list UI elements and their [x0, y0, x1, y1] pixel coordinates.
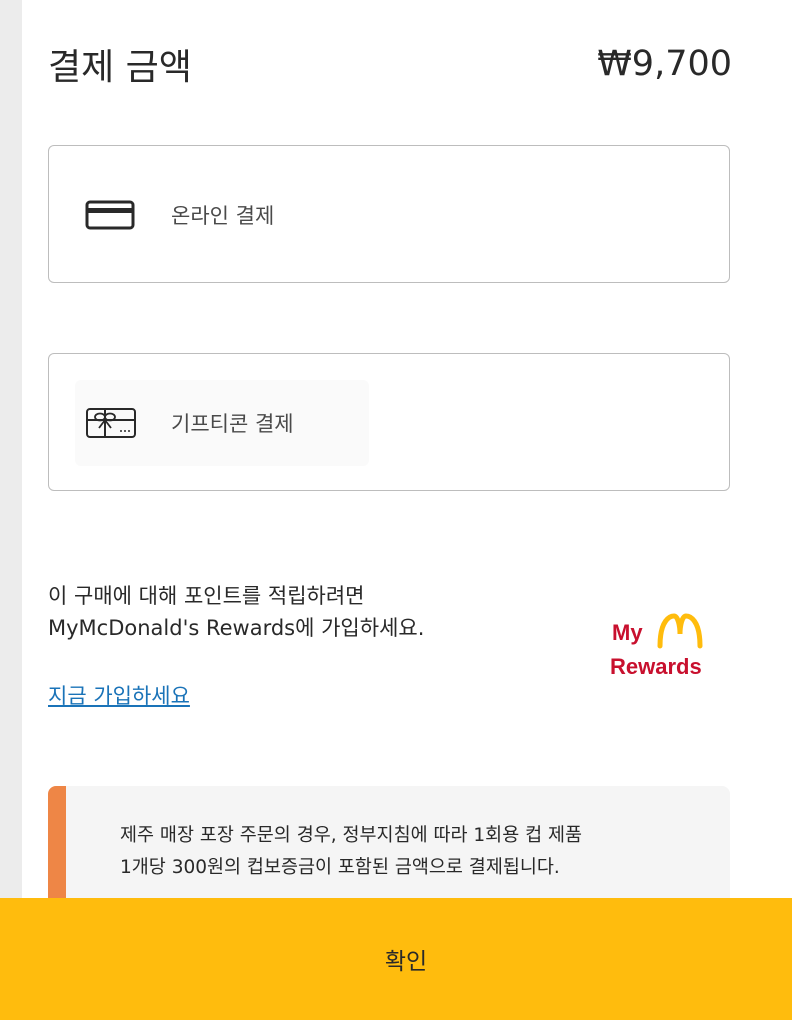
- notice-text: 제주 매장 포장 주문의 경우, 정부지침에 따라 1회용 컵 제품 1개당 3…: [120, 820, 720, 884]
- rewards-promo-line1: 이 구매에 대해 포인트를 적립하려면: [48, 584, 365, 608]
- rewards-promo-text: 이 구매에 대해 포인트를 적립하려면 MyMcDonald's Rewards…: [48, 580, 568, 644]
- confirm-label: 확인: [384, 949, 428, 975]
- notice-line1: 제주 매장 포장 주문의 경우, 정부지침에 따라 1회용 컵 제품: [120, 825, 583, 846]
- gifticon-payment-option[interactable]: 기프티콘 결제: [48, 353, 730, 491]
- gift-card-icon: [85, 406, 137, 440]
- credit-card-icon: [85, 198, 137, 232]
- rewards-promo-line2: MyMcDonald's Rewards에 가입하세요.: [48, 616, 425, 640]
- gifticon-payment-content: 기프티콘 결제: [75, 380, 369, 466]
- notice-line2: 1개당 300원의 컵보증금이 포함된 금액으로 결제됩니다.: [120, 857, 560, 878]
- payment-amount-value: ₩9,700: [597, 44, 732, 84]
- join-now-link[interactable]: 지금 가입하세요: [48, 680, 190, 710]
- logo-text-rewards: Rewards: [610, 654, 702, 679]
- online-payment-content: 온라인 결제: [75, 172, 369, 258]
- confirm-button[interactable]: 확인: [0, 898, 792, 1020]
- payment-amount-row: 결제 금액 ₩9,700: [48, 34, 732, 94]
- online-payment-option[interactable]: 온라인 결제: [48, 145, 730, 283]
- mymcdonalds-rewards-logo: My Rewards: [592, 612, 732, 684]
- gifticon-payment-label: 기프티콘 결제: [171, 412, 294, 436]
- payment-amount-label: 결제 금액: [48, 47, 192, 88]
- logo-text-my: My: [612, 620, 643, 645]
- online-payment-label: 온라인 결제: [171, 204, 275, 228]
